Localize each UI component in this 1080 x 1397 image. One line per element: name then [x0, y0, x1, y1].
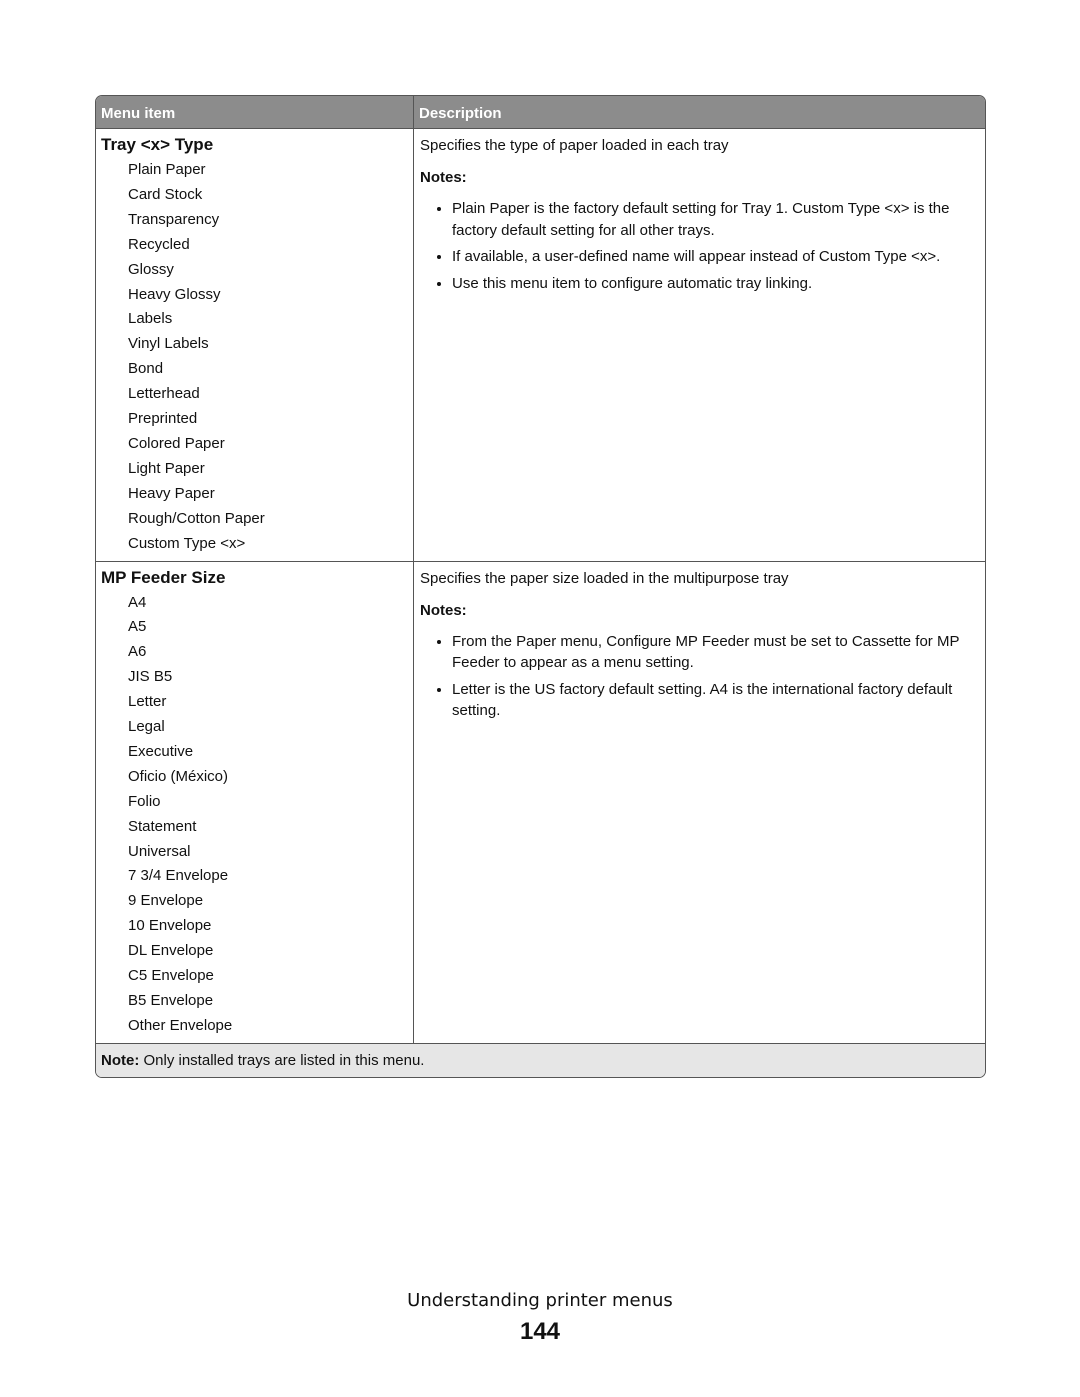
- menu-option: Glossy: [128, 260, 174, 278]
- menu-option: A5: [128, 618, 147, 636]
- footer-note-text: Only installed trays are listed in this …: [139, 1051, 425, 1069]
- description-text: Specifies the paper size loaded in the m…: [420, 569, 789, 587]
- menu-option: Legal: [128, 718, 165, 736]
- notes-label: Notes:: [420, 601, 467, 619]
- menu-option: Heavy Glossy: [128, 285, 221, 303]
- description-cell: Specifies the paper size loaded in the m…: [414, 562, 985, 1043]
- menu-option: A6: [128, 643, 147, 661]
- menu-option: Heavy Paper: [128, 484, 215, 502]
- header-description: Description: [419, 105, 502, 122]
- menu-option: Preprinted: [128, 410, 198, 428]
- menu-item-title: Tray <x> Type: [101, 135, 214, 154]
- menu-option: Card Stock: [128, 185, 203, 203]
- table-row: Tray <x> Type Plain Paper Card Stock Transp…: [96, 129, 985, 562]
- menu-option: DL Envelope: [128, 942, 214, 960]
- menu-item-cell: MP Feeder Size A4 A5 A6 JIS B5 Letter Legal Exe…: [96, 561, 414, 1043]
- menu-option: Labels: [128, 310, 173, 328]
- menu-option: Recycled: [128, 235, 190, 253]
- note-item: Plain Paper is the factory default setti…: [452, 198, 979, 241]
- menu-option: 9 Envelope: [128, 892, 204, 910]
- menu-option: 7 3/4 Envelope: [128, 867, 229, 885]
- menu-option: A4: [128, 593, 147, 611]
- menu-option: Folio: [128, 792, 161, 810]
- description-cell: Specifies the type of paper loaded in ea…: [414, 129, 985, 561]
- menu-option: Vinyl Labels: [128, 335, 209, 353]
- table-row: MP Feeder Size A4 A5 A6 JIS B5 Letter Legal Exe…: [96, 561, 985, 1044]
- menu-option: Transparency: [128, 210, 220, 228]
- menu-option: Statement: [128, 817, 197, 835]
- note-item: If available, a user-defined name will a…: [452, 246, 979, 268]
- header-menu-item: Menu item: [96, 96, 414, 128]
- menu-option: Plain Paper: [128, 161, 206, 178]
- menu-option: Letter: [128, 693, 167, 711]
- footer-note-label: Note:: [101, 1051, 140, 1069]
- table-header: Menu item Description: [96, 96, 985, 129]
- menu-option: Executive: [128, 742, 194, 760]
- menu-option: Light Paper: [128, 459, 205, 477]
- note-item: From the Paper menu, Configure MP Feeder…: [452, 631, 979, 674]
- menu-option: Rough/Cotton Paper: [128, 509, 265, 527]
- menu-option: Colored Paper: [128, 434, 225, 452]
- menu-option: JIS B5: [128, 668, 173, 686]
- notes-list: From the Paper menu, Configure MP Feeder…: [420, 631, 979, 722]
- notes-list: Plain Paper is the factory default setti…: [420, 198, 979, 294]
- menu-option: Oficio (México): [128, 767, 229, 785]
- page-number: 144: [519, 1318, 561, 1345]
- menu-table: Menu item Description Tray <x> Type Plain…: [95, 95, 986, 1078]
- menu-item-cell: Tray <x> Type Plain Paper Card Stock Transp…: [96, 129, 414, 561]
- menu-option: Letterhead: [128, 385, 200, 403]
- menu-option: B5 Envelope: [128, 992, 214, 1009]
- note-item: Use this menu item to configure automati…: [452, 273, 979, 295]
- menu-option: Custom Type <x>: [128, 534, 246, 552]
- menu-option: Universal: [128, 842, 191, 860]
- menu-option: Other Envelope: [128, 1016, 233, 1034]
- menu-option: 10 Envelope: [128, 917, 212, 935]
- menu-option: Bond: [128, 360, 164, 378]
- notes-label: Notes:: [420, 169, 467, 186]
- section-title: Understanding printer menus: [407, 1290, 673, 1311]
- description-text: Specifies the type of paper loaded in ea…: [420, 137, 729, 154]
- table-footer-note: Note: Only installed trays are listed in…: [96, 1043, 985, 1077]
- menu-option: C5 Envelope: [128, 967, 214, 985]
- note-item: Letter is the US factory default setting…: [452, 679, 979, 722]
- menu-item-title: MP Feeder Size: [101, 567, 226, 587]
